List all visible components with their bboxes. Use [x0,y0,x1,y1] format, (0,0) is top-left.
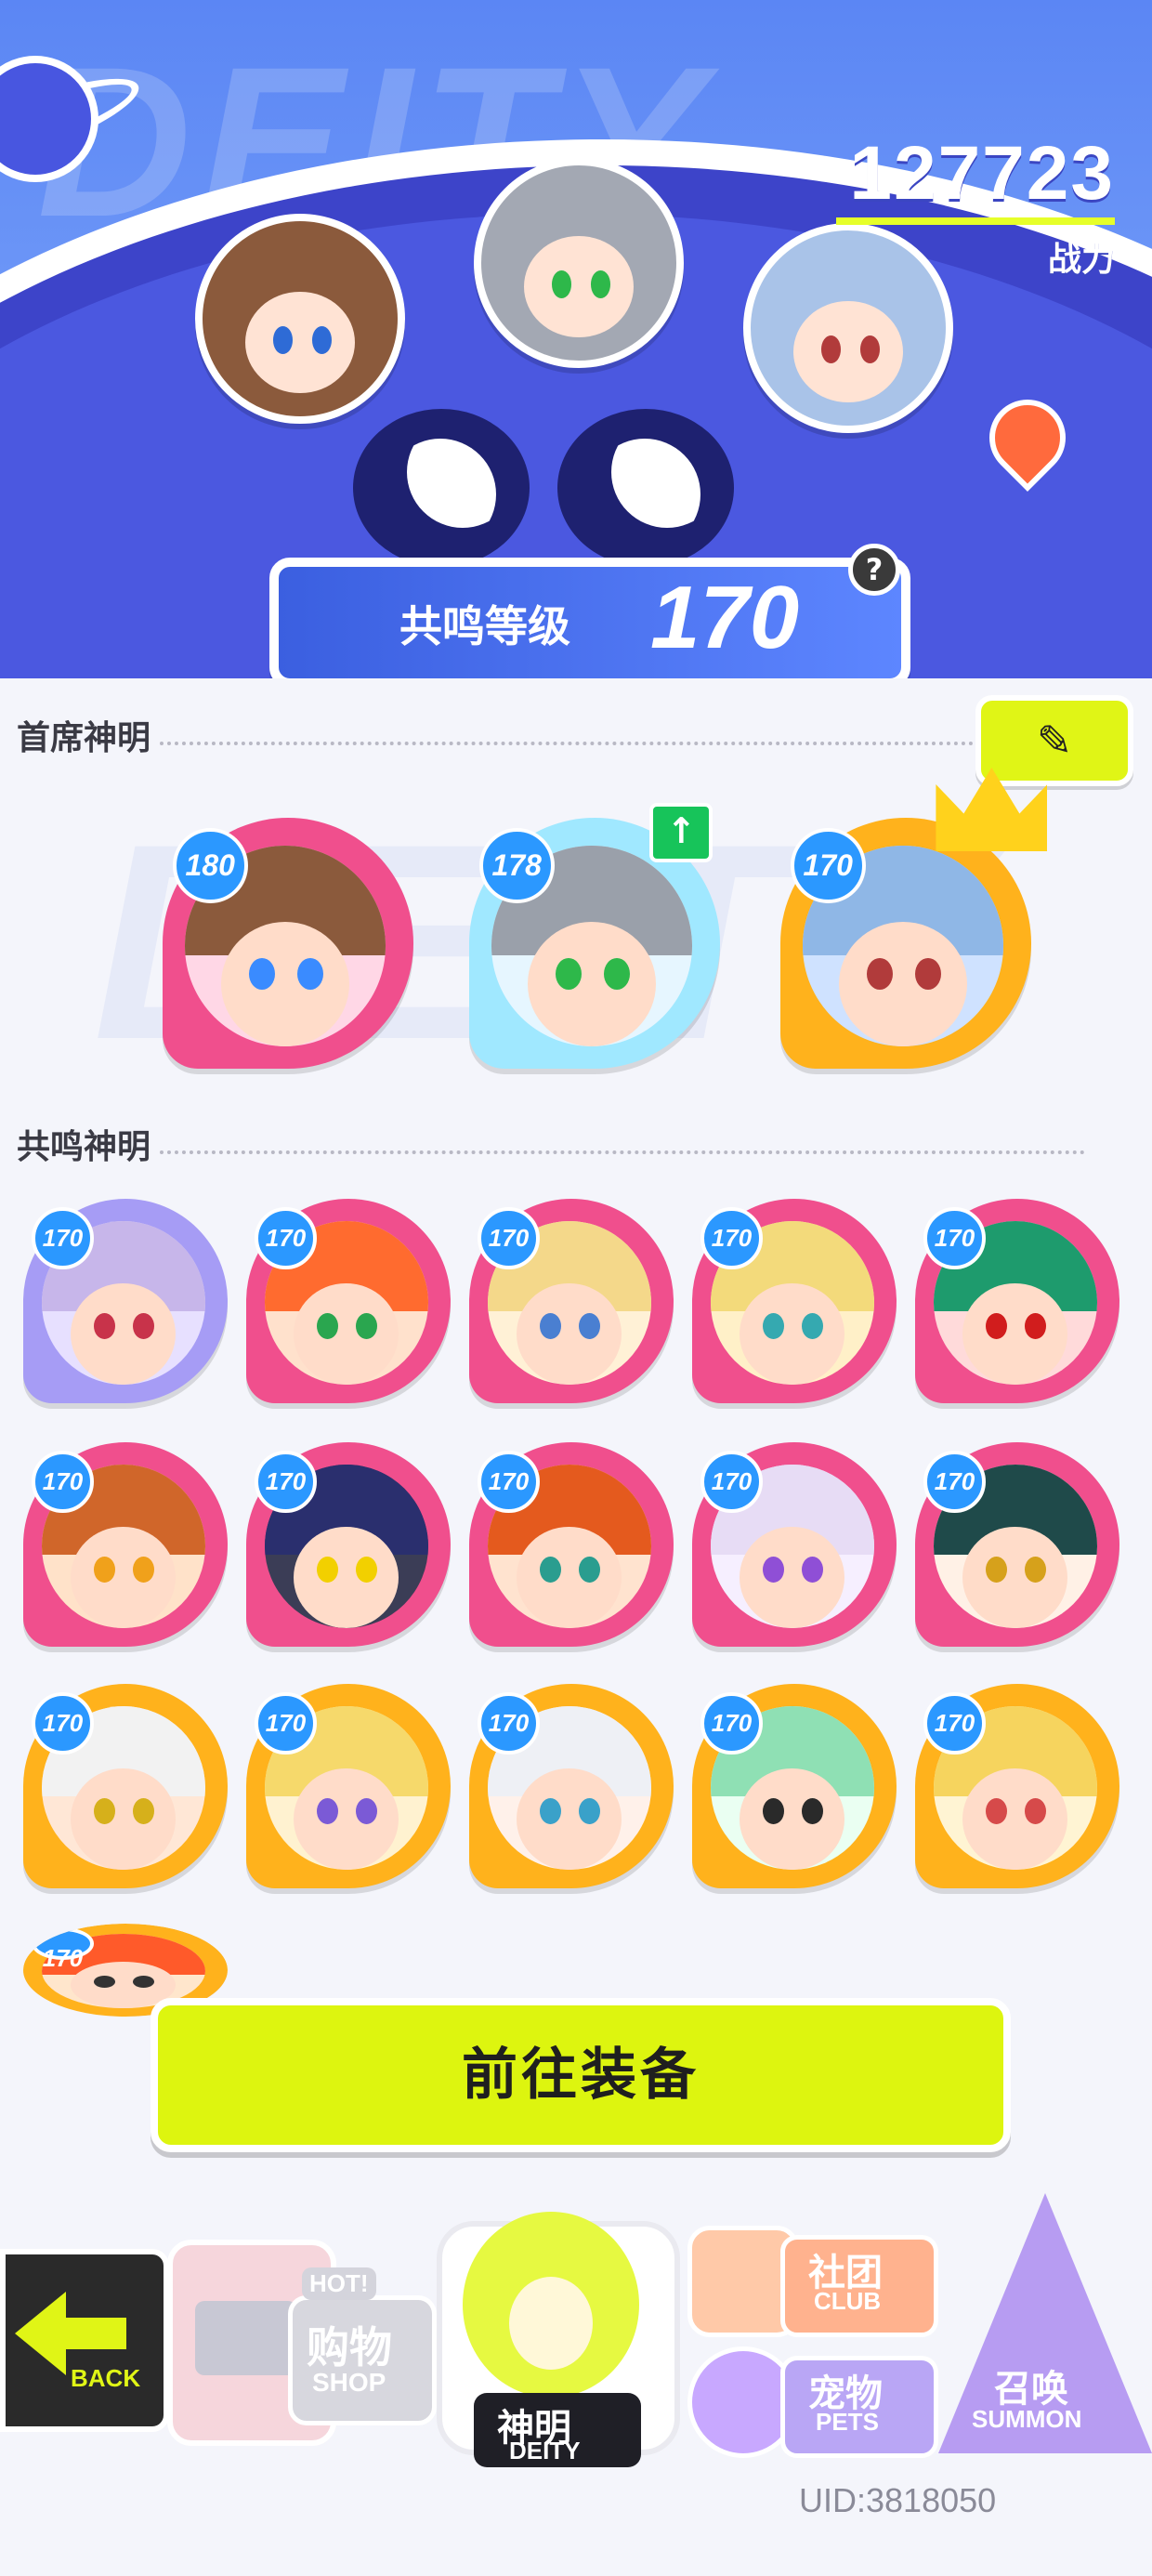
resonant-deity-section-title: 共鸣神明 [17,1120,1085,1168]
back-arrow-icon [15,2292,66,2375]
deity-portrait[interactable]: 170 [469,1199,674,1403]
shop-label-en: SHOP [312,2368,386,2397]
deity-level-badge: 170 [254,1450,318,1514]
deity-portrait[interactable]: 170 [915,1442,1119,1647]
club-button[interactable]: 社团 CLUB [687,2226,938,2337]
deity-level-badge: 170 [700,1691,764,1755]
summon-button[interactable]: 召唤 SUMMON [938,2193,1152,2463]
deity-level-badge: 170 [31,1691,95,1755]
deity-portrait[interactable]: 170 [692,1684,897,1888]
chibi-deity-1[interactable] [195,214,405,424]
title-divider [160,738,1085,745]
deity-level-badge: 170 [477,1206,541,1270]
level-up-arrow-icon: ↑ [649,802,713,862]
deity-mascot-icon [463,2212,639,2398]
deity-portrait[interactable]: 170 [915,1684,1119,1888]
deity-portrait[interactable]: 170 [469,1442,674,1647]
deity-portrait[interactable]: 170 [246,1442,451,1647]
deity-level-badge: 178 [478,827,555,903]
back-button[interactable]: BACK [0,2249,169,2432]
deity-portrait[interactable]: 178 ↑ [469,802,720,1069]
pets-button[interactable]: 宠物 PETS [687,2346,938,2458]
deity-portrait[interactable]: 170 [692,1442,897,1647]
combat-power-value: 127723 [849,131,1115,216]
deity-portrait[interactable]: 170 [469,1684,674,1888]
deity-button[interactable]: 神明 DEITY [437,2193,680,2472]
pets-label-en: PETS [816,2408,879,2436]
deity-level-badge: 170 [31,1927,95,1972]
back-label: BACK [71,2364,141,2392]
deity-portrait[interactable]: 170 [692,1199,897,1403]
title-divider [160,1147,1085,1154]
help-icon[interactable]: ? [848,544,900,596]
shop-hot-badge: HOT! [302,2267,376,2300]
back-arrow-shaft [61,2318,126,2349]
club-label-en: CLUB [814,2287,882,2315]
combat-power-label: 战力 [1047,241,1115,279]
resonant-deity-title: 共鸣神明 [17,1128,151,1166]
deity-level-badge: 170 [790,827,866,903]
deity-level-badge: 170 [477,1691,541,1755]
deity-level-badge: 170 [477,1450,541,1514]
deity-portrait[interactable]: 170 [780,768,1048,1069]
deity-portrait[interactable]: 170 [23,1684,228,1888]
planet-eye-right [557,409,734,567]
deity-portrait[interactable]: 170 [23,1442,228,1647]
deity-level-badge: 180 [172,827,248,903]
deity-level-badge: 170 [254,1691,318,1755]
combat-power: 127723 战力 [836,130,1115,281]
edit-button[interactable]: ✎ [975,695,1133,786]
chief-deity-title: 首席神明 [17,719,151,757]
deity-portrait[interactable]: 170 [246,1199,451,1403]
deity-label-en: DEITY [509,2437,581,2464]
resonance-level-plate: 共鸣等级 170 [269,558,910,678]
go-equip-button[interactable]: 前往装备 [151,1998,1011,2152]
chief-deity-section-title: 首席神明 [17,711,1085,759]
chibi-deity-2[interactable] [474,158,684,368]
resonance-level-label: 共鸣等级 [399,601,570,651]
combat-power-underline [836,217,1115,225]
deity-level-badge: 170 [31,1206,95,1270]
summon-label-en: SUMMON [972,2405,1082,2433]
deity-portrait[interactable]: 170 [915,1199,1119,1403]
deity-level-badge: 170 [700,1206,764,1270]
deity-level-badge: 170 [31,1450,95,1514]
planet-eye-left [353,409,530,567]
deity-level-badge: 170 [700,1450,764,1514]
resonance-level-value: 170 [650,568,800,667]
shop-label-cn: 购物 [307,2323,392,2372]
header-banner: DEITY 127723 战力 共鸣等级 170 ? [0,0,1152,678]
deity-portrait[interactable]: 170 [246,1684,451,1888]
deity-level-badge: 170 [254,1206,318,1270]
deity-portrait[interactable]: 170 [23,1199,228,1403]
user-id: UID:3818050 [799,2481,997,2519]
deity-level-badge: 170 [923,1450,987,1514]
shop-button[interactable]: HOT! 购物 SHOP [167,2212,437,2446]
deity-level-badge: 170 [923,1206,987,1270]
deity-portrait[interactable]: 180 [163,818,413,1069]
deity-level-badge: 170 [923,1691,987,1755]
